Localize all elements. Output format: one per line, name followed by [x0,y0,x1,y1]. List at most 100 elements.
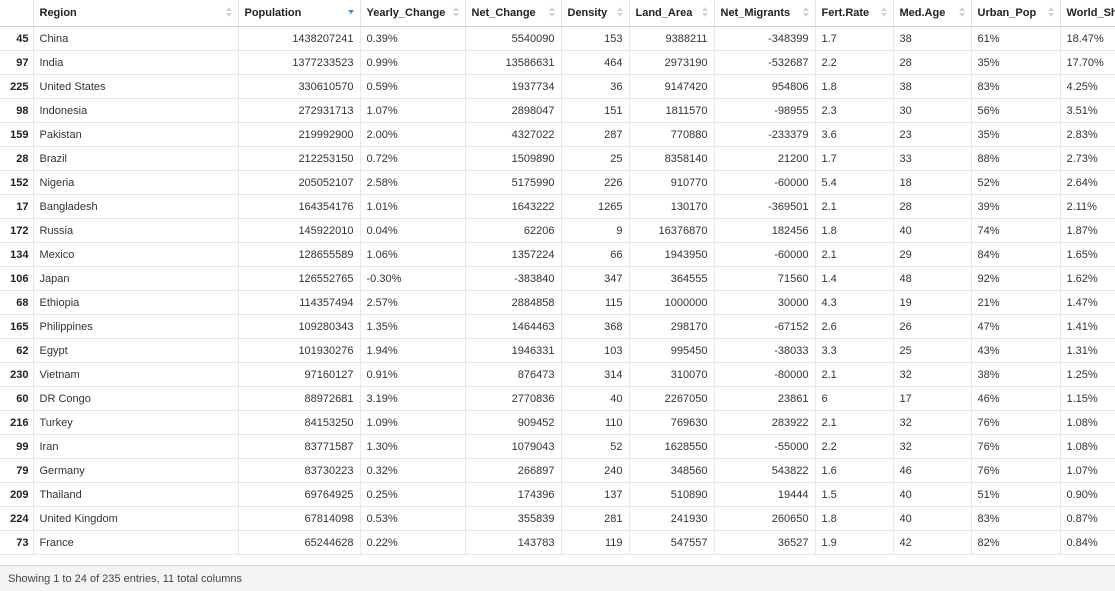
table-cell: 212253150 [238,146,361,171]
table-cell: 36 [561,74,630,99]
table-row[interactable]: 152 Nigeria 205052107 2.58% 5175990 226 910770… [0,170,1115,195]
table-cell: 330610570 [238,74,361,99]
table-cell: 38% [971,362,1061,387]
table-row[interactable]: 172 Russia 145922010 0.04% 62206 9 16376870 182… [0,218,1115,243]
column-header-population[interactable]: Population [238,0,361,27]
table-cell: 164354176 [238,194,361,219]
table-cell: 1.15% [1060,386,1115,411]
table-cell: -233379 [714,122,816,147]
sort-icon[interactable] [225,7,232,19]
table-cell: 2267050 [629,386,715,411]
column-header-net-migrants[interactable]: Net_Migrants [714,0,816,27]
sort-icon[interactable] [802,7,809,19]
table-row[interactable]: 134 Mexico 128655589 1.06% 1357224 66 1943950-… [0,242,1115,267]
table-cell: 1265 [561,194,630,219]
table-cell: 2898047 [465,98,562,123]
table-cell: 1.08% [1060,410,1115,435]
table-row[interactable]: 60 DR Congo 88972681 3.19% 2770836 40 2267050 2… [0,386,1115,411]
sort-down-arrow-icon [802,13,809,17]
table-cell: 1464463 [465,314,562,339]
table-row[interactable]: 230 Vietnam 97160127 0.91% 876473 314 310070 -8… [0,362,1115,387]
table-cell: 23 [893,122,972,147]
table-row[interactable]: 68 Ethiopia 114357494 2.57% 2884858 115 100000… [0,290,1115,315]
table-cell: 61% [971,26,1061,51]
table-row[interactable]: 97 India 1377233523 0.99% 13586631 464 2973190… [0,50,1115,75]
table-cell: Vietnam [33,362,239,387]
sort-down-arrow-icon [880,13,887,17]
sort-icon[interactable] [452,7,459,19]
table-cell: 130170 [629,194,715,219]
sort-down-arrow-icon [452,13,459,17]
table-cell: 83771587 [238,434,361,459]
table-cell: 348560 [629,458,715,483]
sort-icon[interactable] [1047,7,1054,19]
table-cell: 909452 [465,410,562,435]
table-row[interactable]: 17 Bangladesh 164354176 1.01% 1643222 1265 130… [0,194,1115,219]
table-row[interactable]: 28 Brazil 212253150 0.72% 1509890 25 8358140 21… [0,146,1115,171]
table-cell: 51% [971,482,1061,507]
sort-descending-icon[interactable] [347,7,354,19]
table-cell: 109280343 [238,314,361,339]
column-header-yearly-change[interactable]: Yearly_Change [360,0,466,27]
sort-icon[interactable] [880,7,887,19]
table-cell: 92% [971,266,1061,291]
column-header-density[interactable]: Density [561,0,630,27]
sort-up-arrow-icon [225,7,232,11]
row-index-cell: 45 [0,26,34,51]
table-cell: -80000 [714,362,816,387]
table-row[interactable]: 159 Pakistan 219992900 2.00% 4327022 287 77088… [0,122,1115,147]
table-row[interactable]: 62 Egypt 101930276 1.94% 1946331 103 995450 -38… [0,338,1115,363]
column-header-region[interactable]: Region [33,0,239,27]
table-row[interactable]: 224 United Kingdom 67814098 0.53% 355839 281 2… [0,506,1115,531]
column-header-net-change[interactable]: Net_Change [465,0,562,27]
table-row[interactable]: 98 Indonesia 272931713 1.07% 2898047 151 18115… [0,98,1115,123]
table-row[interactable]: 225 United States 330610570 0.59% 1937734 36 9… [0,74,1115,99]
sort-icon[interactable] [958,7,965,19]
table-row[interactable]: 106 Japan 126552765 -0.30% -383840 347 364555 7… [0,266,1115,291]
sort-up-arrow-icon [802,7,809,11]
table-cell: -60000 [714,170,816,195]
table-cell: 770880 [629,122,715,147]
table-cell: 355839 [465,506,562,531]
column-header-label: Fert.Rate [821,7,870,19]
table-cell: 1.9 [815,530,894,555]
table-row[interactable]: 99 Iran 83771587 1.30% 1079043 52 1628550 -5500… [0,434,1115,459]
table-row[interactable]: 79 Germany 83730223 0.32% 266897 240 348560 543… [0,458,1115,483]
data-grid-viewport[interactable]: Region Population Yearly_Change Net_Change D… [0,0,1115,565]
column-header-label: Yearly_Change [366,7,446,19]
table-cell: 119 [561,530,630,555]
sort-icon[interactable] [701,7,708,19]
column-header-land-area[interactable]: Land_Area [629,0,715,27]
column-header-label: Urban_Pop [977,7,1037,19]
table-cell: -38033 [714,338,816,363]
column-header-world-share[interactable]: World_Share [1060,0,1115,27]
table-cell: -532687 [714,50,816,75]
table-cell: 84153250 [238,410,361,435]
table-cell: 114357494 [238,290,361,315]
column-header-fert-rate[interactable]: Fert.Rate [815,0,894,27]
table-row[interactable]: 73 France 65244628 0.22% 143783 119 547557 3652… [0,530,1115,555]
table-info-footer: Showing 1 to 24 of 235 entries, 11 total… [0,565,1115,591]
table-cell: 4.3 [815,290,894,315]
table-row[interactable]: 209 Thailand 69764925 0.25% 174396 137 510890 1… [0,482,1115,507]
table-row[interactable]: 165 Philippines 109280343 1.35% 1464463 368 29… [0,314,1115,339]
table-row[interactable]: 216 Turkey 84153250 1.09% 909452 110 769630 283… [0,410,1115,435]
sort-icon[interactable] [616,7,623,19]
table-cell: Egypt [33,338,239,363]
table-cell: 29 [893,242,972,267]
header-row: Region Population Yearly_Change Net_Change D… [0,0,1115,27]
row-index-cell: 17 [0,194,34,219]
table-cell: 0.25% [360,482,466,507]
column-header-med-age[interactable]: Med.Age [893,0,972,27]
sort-icon[interactable] [548,7,555,19]
table-cell: 287 [561,122,630,147]
table-cell: 38 [893,74,972,99]
table-body: 45 China 1438207241 0.39% 5540090 153 9388211-… [0,26,1115,555]
table-cell: 1.6 [815,458,894,483]
column-header-urban-pop[interactable]: Urban_Pop [971,0,1061,27]
table-cell: 9 [561,218,630,243]
table-cell: 40 [893,218,972,243]
table-cell: 126552765 [238,266,361,291]
table-row[interactable]: 45 China 1438207241 0.39% 5540090 153 9388211-… [0,26,1115,51]
column-header-index[interactable] [0,0,34,27]
